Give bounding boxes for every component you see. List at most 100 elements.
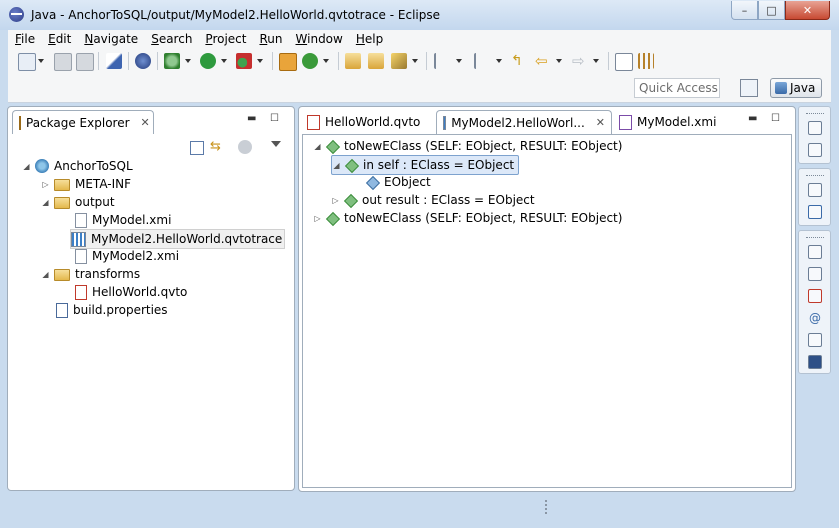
outline-icon[interactable] [808, 205, 822, 219]
task-list-icon[interactable] [808, 143, 822, 157]
problems-icon[interactable] [808, 267, 822, 281]
drag-handle[interactable] [806, 175, 824, 179]
quick-access-input[interactable]: Quick Access [634, 78, 720, 98]
link-with-editor-icon[interactable]: ⇆ [210, 140, 224, 154]
external-tools-icon[interactable] [236, 53, 252, 69]
expanded-arrow-icon[interactable]: ◢ [41, 198, 50, 207]
menu-edit-label: dit [55, 32, 72, 46]
tree-item-mymodel-xmi[interactable]: MyModel.xmi [60, 211, 171, 229]
drag-handle[interactable] [806, 113, 824, 117]
previous-annotation-dropdown-icon[interactable] [496, 59, 502, 63]
external-tools-dropdown-icon[interactable] [257, 59, 263, 63]
expanded-arrow-icon[interactable]: ◢ [41, 270, 50, 279]
menu-edit[interactable]: Edit [41, 30, 77, 49]
open-perspective-icon[interactable] [740, 79, 758, 97]
menu-project[interactable]: Project [198, 30, 252, 49]
tree-item-build-properties[interactable]: build.properties [41, 301, 168, 319]
close-button[interactable]: ✕ [785, 1, 830, 20]
new-dropdown-icon[interactable] [38, 59, 44, 63]
minimize-view-icon[interactable]: ▬ [748, 113, 757, 124]
forward-icon[interactable]: ⇨ [572, 53, 588, 69]
save-icon[interactable] [54, 53, 72, 71]
tree-item-meta-inf[interactable]: ▷ META-INF [41, 175, 131, 193]
expanded-arrow-icon[interactable]: ◢ [313, 142, 322, 151]
run-dropdown-icon[interactable] [221, 59, 227, 63]
menu-file[interactable]: File [8, 30, 41, 49]
new-java-package-icon[interactable] [279, 53, 297, 71]
minimize-view-icon[interactable]: ▬ [247, 113, 256, 124]
tab-mymodel-xmi[interactable]: MyModel.xmi [613, 110, 723, 134]
menu-search[interactable]: Search [144, 30, 198, 49]
menu-navigate-mnemonic: N [84, 32, 94, 46]
save-all-icon[interactable] [76, 53, 94, 71]
restore-icon[interactable] [808, 245, 822, 259]
minimize-button[interactable]: – [731, 1, 758, 20]
back-dropdown-icon[interactable] [556, 59, 562, 63]
trace-node-eobject[interactable]: EObject [366, 173, 431, 191]
open-type-icon[interactable] [345, 53, 361, 69]
expanded-arrow-icon[interactable]: ◢ [22, 162, 31, 171]
expanded-arrow-icon[interactable]: ◢ [332, 161, 341, 170]
tab-mymodel2-trace[interactable]: MyModel2.HelloWorl... ✕ [436, 110, 612, 134]
skip-breakpoints-icon[interactable] [106, 53, 122, 69]
trace-node-in-self[interactable]: ◢ in self : EClass = EObject [331, 155, 520, 175]
trace-node-tonewclass-1[interactable]: ◢ toNewEClass (SELF: EObject, RESULT: EO… [313, 137, 622, 155]
maximize-button[interactable]: □ [758, 1, 785, 20]
last-edit-location-icon[interactable]: ↰ [511, 53, 527, 69]
declaration-icon[interactable]: @ [808, 311, 822, 325]
new-icon[interactable] [18, 53, 36, 71]
tree-item-anchortosql[interactable]: ◢ AnchorToSQL [22, 157, 133, 175]
close-icon[interactable]: ✕ [596, 116, 605, 129]
trace-node-tonewclass-2[interactable]: ▷ toNewEClass (SELF: EObject, RESULT: EO… [313, 209, 622, 227]
toolbar-separator [98, 52, 99, 70]
maximize-view-icon[interactable]: ☐ [270, 113, 279, 124]
parameter-icon [344, 194, 356, 206]
status-bar-grip[interactable] [545, 500, 550, 514]
back-icon[interactable]: ⇦ [535, 53, 551, 69]
filters-icon[interactable] [238, 140, 252, 154]
menu-window[interactable]: Window [289, 30, 349, 49]
menu-navigate[interactable]: Navigate [77, 30, 144, 49]
trace-tree-viewer[interactable]: ◢ toNewEClass (SELF: EObject, RESULT: EO… [302, 134, 792, 488]
tree-item-helloworld-qvto[interactable]: HelloWorld.qvto [60, 283, 187, 301]
tree-item-mymodel2-trace[interactable]: MyModel2.HelloWorld.qvtotrace [70, 229, 286, 249]
forward-dropdown-icon[interactable] [593, 59, 599, 63]
search-dropdown-icon[interactable] [412, 59, 418, 63]
debug-icon[interactable] [164, 53, 180, 69]
debug-dropdown-icon[interactable] [185, 59, 191, 63]
collapse-all-icon[interactable] [190, 141, 204, 155]
open-perspective-globe-icon[interactable] [135, 53, 151, 69]
java-perspective-label: Java [790, 81, 816, 95]
collapsed-arrow-icon[interactable]: ▷ [331, 196, 340, 205]
search-view-icon[interactable] [808, 333, 822, 347]
maximize-view-icon[interactable]: ☐ [771, 113, 780, 124]
search-icon[interactable] [391, 53, 407, 69]
previous-annotation-icon[interactable] [474, 53, 492, 69]
java-perspective-button[interactable]: Java [770, 78, 822, 98]
collapsed-arrow-icon[interactable]: ▷ [41, 180, 50, 189]
close-icon[interactable]: ✕ [141, 116, 150, 129]
restore-icon[interactable] [808, 121, 822, 135]
new-java-class-icon[interactable] [302, 53, 318, 69]
menu-run[interactable]: Run [252, 30, 288, 49]
toggle-breadcrumb-icon[interactable] [638, 53, 654, 69]
view-menu-icon[interactable] [271, 141, 281, 147]
restore-icon[interactable] [808, 183, 822, 197]
collapsed-arrow-icon[interactable]: ▷ [313, 214, 322, 223]
tree-item-output[interactable]: ◢ output [41, 193, 115, 211]
javadoc-icon[interactable] [808, 289, 822, 303]
menu-help[interactable]: Help [349, 30, 389, 49]
console-icon[interactable] [808, 355, 822, 369]
new-class-dropdown-icon[interactable] [323, 59, 329, 63]
next-annotation-icon[interactable] [434, 53, 452, 69]
next-annotation-dropdown-icon[interactable] [456, 59, 462, 63]
tab-helloworld-qvto[interactable]: HelloWorld.qvto [301, 110, 433, 134]
run-icon[interactable] [200, 53, 216, 69]
drag-handle[interactable] [806, 237, 824, 241]
tab-package-explorer[interactable]: Package Explorer ✕ [12, 110, 154, 134]
trace-node-out-result[interactable]: ▷ out result : EClass = EObject [331, 191, 534, 209]
pin-editor-icon[interactable] [615, 53, 633, 71]
tree-item-transforms[interactable]: ◢ transforms [41, 265, 140, 283]
tree-item-mymodel2-xmi[interactable]: MyModel2.xmi [60, 247, 179, 265]
open-task-icon[interactable] [368, 53, 384, 69]
